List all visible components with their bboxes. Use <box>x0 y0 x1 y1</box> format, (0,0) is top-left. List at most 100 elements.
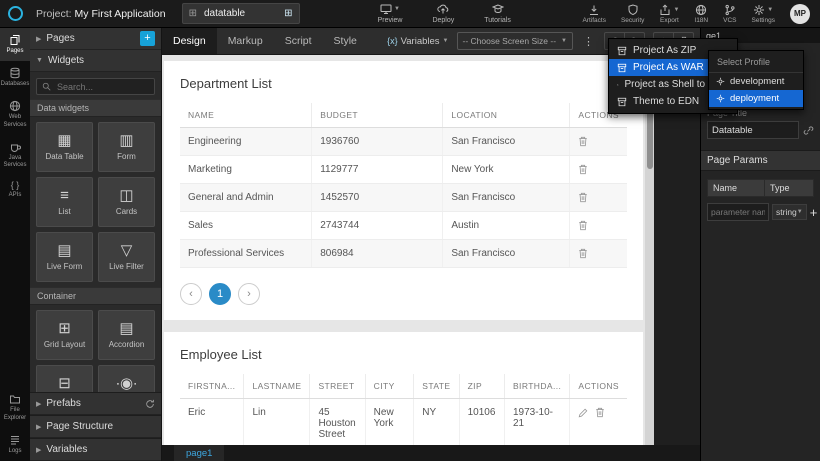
rail-item-java-services[interactable]: Java Services <box>0 135 30 175</box>
delete-row-trash-icon[interactable] <box>578 220 588 231</box>
data-table-icon: ▦ <box>57 133 71 148</box>
chevron-down-icon: ▼ <box>561 38 567 44</box>
column-header[interactable]: STATE <box>414 374 459 399</box>
rail-label: Java Services <box>1 155 29 169</box>
pagination-page-1[interactable]: 1 <box>209 283 231 305</box>
i18n-globe-icon <box>695 4 707 16</box>
column-header[interactable]: BIRTHDA... <box>504 374 569 399</box>
search-icon <box>42 82 51 91</box>
widget-tile-form[interactable]: ▥Form <box>98 122 155 172</box>
export-label: Export <box>660 17 679 24</box>
column-header[interactable]: LOCATION <box>443 103 570 128</box>
table-row[interactable]: Sales 2743744 Austin <box>180 212 627 240</box>
delete-row-trash-icon[interactable] <box>595 407 605 418</box>
tab-style[interactable]: Style <box>323 28 368 54</box>
refresh-prefabs-button[interactable] <box>145 399 155 409</box>
preview-label: Preview <box>378 17 403 24</box>
rail-item-pages[interactable]: Pages <box>0 28 30 61</box>
widgets-section-header[interactable]: ▼ Widgets <box>30 50 161 72</box>
employee-list-widget[interactable]: Employee List FIRSTNA... LASTNAME STREET… <box>164 332 643 445</box>
column-header[interactable]: LASTNAME <box>244 374 310 399</box>
page-title-input[interactable] <box>707 121 799 139</box>
edit-row-pencil-icon[interactable] <box>578 408 588 418</box>
column-header[interactable]: NAME <box>180 103 312 128</box>
open-page-bottom-tab[interactable]: page1 <box>174 445 224 461</box>
column-header[interactable]: BUDGET <box>312 103 443 128</box>
table-row[interactable]: Marketing 1129777 New York <box>180 156 627 184</box>
page-structure-section-header[interactable]: ▶ Page Structure <box>30 415 161 438</box>
prefabs-section-header[interactable]: ▶ Prefabs <box>30 392 161 415</box>
widget-search-input[interactable] <box>55 81 149 93</box>
settings-button[interactable]: ▼ Settings <box>752 4 776 24</box>
user-avatar[interactable]: MP <box>790 4 810 24</box>
rail-item-databases[interactable]: Databases <box>0 61 30 94</box>
table-row[interactable]: Engineering 1936760 San Francisco <box>180 128 627 156</box>
column-header[interactable]: ZIP <box>459 374 504 399</box>
variables-section-header[interactable]: ▶ Variables <box>30 438 161 461</box>
variables-dropdown-label: Variables <box>401 36 440 47</box>
param-name-input[interactable] <box>707 203 769 221</box>
widget-tile-accordion[interactable]: ▤Accordion <box>98 310 155 360</box>
submenu-item-development[interactable]: development <box>709 73 803 90</box>
table-row[interactable]: Professional Services 806984 San Francis… <box>180 240 627 268</box>
widget-tile-cards[interactable]: ◫Cards <box>98 177 155 227</box>
widget-tile-wizard[interactable]: ∙◉∙Wizard <box>98 365 155 392</box>
pagination-next-button[interactable]: › <box>238 283 260 305</box>
delete-row-trash-icon[interactable] <box>578 248 588 259</box>
rail-item-file-explorer[interactable]: File Explorer <box>0 387 30 427</box>
param-type-select[interactable]: string ▼ <box>772 204 807 220</box>
table-row[interactable]: General and Admin 1452570 San Francisco <box>180 184 627 212</box>
submenu-item-deployment[interactable]: deployment <box>709 90 803 107</box>
cell: 10106 <box>459 399 504 446</box>
variables-dropdown[interactable]: {x} Variables ▼ <box>387 36 448 47</box>
dashboard-switcher-icon[interactable]: ⊞ <box>284 9 292 19</box>
deploy-button[interactable]: Deploy <box>432 3 454 24</box>
tab-design[interactable]: Design <box>162 28 217 54</box>
page-params-header[interactable]: Page Params <box>701 150 820 171</box>
live-filter-icon: ▽ <box>121 243 133 258</box>
rail-item-apis[interactable]: { } APIs <box>0 175 30 205</box>
design-canvas[interactable]: Department List NAME BUDGET LOCATION ACT… <box>162 55 654 445</box>
tab-script[interactable]: Script <box>274 28 323 54</box>
column-header[interactable]: STREET <box>310 374 365 399</box>
app-logo[interactable] <box>0 0 30 27</box>
delete-row-trash-icon[interactable] <box>578 164 588 175</box>
column-header[interactable]: ACTIONS <box>570 374 627 399</box>
vcs-button[interactable]: VCS <box>723 4 736 24</box>
rail-item-logs[interactable]: Logs <box>0 428 30 461</box>
add-param-button[interactable]: + <box>810 206 818 219</box>
screen-size-select[interactable]: -- Choose Screen Size -- ▼ <box>457 32 574 50</box>
widget-tile-live-filter[interactable]: ▽Live Filter <box>98 232 155 282</box>
pagination-prev-button[interactable]: ‹ <box>180 283 202 305</box>
widget-tile-tabs[interactable]: ⊟Tabs <box>36 365 93 392</box>
widget-tile-grid-layout[interactable]: ⊞Grid Layout <box>36 310 93 360</box>
folder-icon <box>9 393 21 405</box>
chevron-down-icon: ▼ <box>797 209 803 215</box>
artifacts-button[interactable]: Artifacts <box>582 4 605 24</box>
profile-gear-icon <box>716 77 725 86</box>
export-button[interactable]: ▼ Export <box>659 4 679 24</box>
add-page-button[interactable]: + <box>140 31 155 46</box>
widget-tile-data-table[interactable]: ▦Data Table <box>36 122 93 172</box>
tab-markup[interactable]: Markup <box>217 28 274 54</box>
more-options-kebab-icon[interactable]: ⋮ <box>581 35 596 48</box>
rail-item-web-services[interactable]: Web Services <box>0 94 30 134</box>
column-header[interactable]: CITY <box>365 374 414 399</box>
param-table-header: Name Type <box>707 179 814 197</box>
tutorials-button[interactable]: Tutorials <box>484 3 511 24</box>
pages-section-header[interactable]: ▶ Pages + <box>30 28 161 50</box>
link-icon[interactable] <box>803 125 814 136</box>
column-header[interactable]: FIRSTNA... <box>180 374 244 399</box>
department-list-widget[interactable]: Department List NAME BUDGET LOCATION ACT… <box>164 61 643 320</box>
delete-row-trash-icon[interactable] <box>578 136 588 147</box>
delete-row-trash-icon[interactable] <box>578 192 588 203</box>
security-button[interactable]: Security <box>621 4 644 24</box>
widget-tile-list[interactable]: ≡List <box>36 177 93 227</box>
table-row[interactable]: Eric Lin 45 Houston Street New York NY 1… <box>180 399 627 446</box>
table-header-row: FIRSTNA... LASTNAME STREET CITY STATE ZI… <box>180 374 627 399</box>
preview-button[interactable]: ▼ Preview <box>378 3 403 24</box>
i18n-button[interactable]: I18N <box>694 4 708 24</box>
widget-tile-live-form[interactable]: ▤Live Form <box>36 232 93 282</box>
topbar: Project: My First Application ⊞ datatabl… <box>0 0 820 28</box>
open-page-tab[interactable]: ⊞ datatable ⊞ <box>182 3 300 24</box>
